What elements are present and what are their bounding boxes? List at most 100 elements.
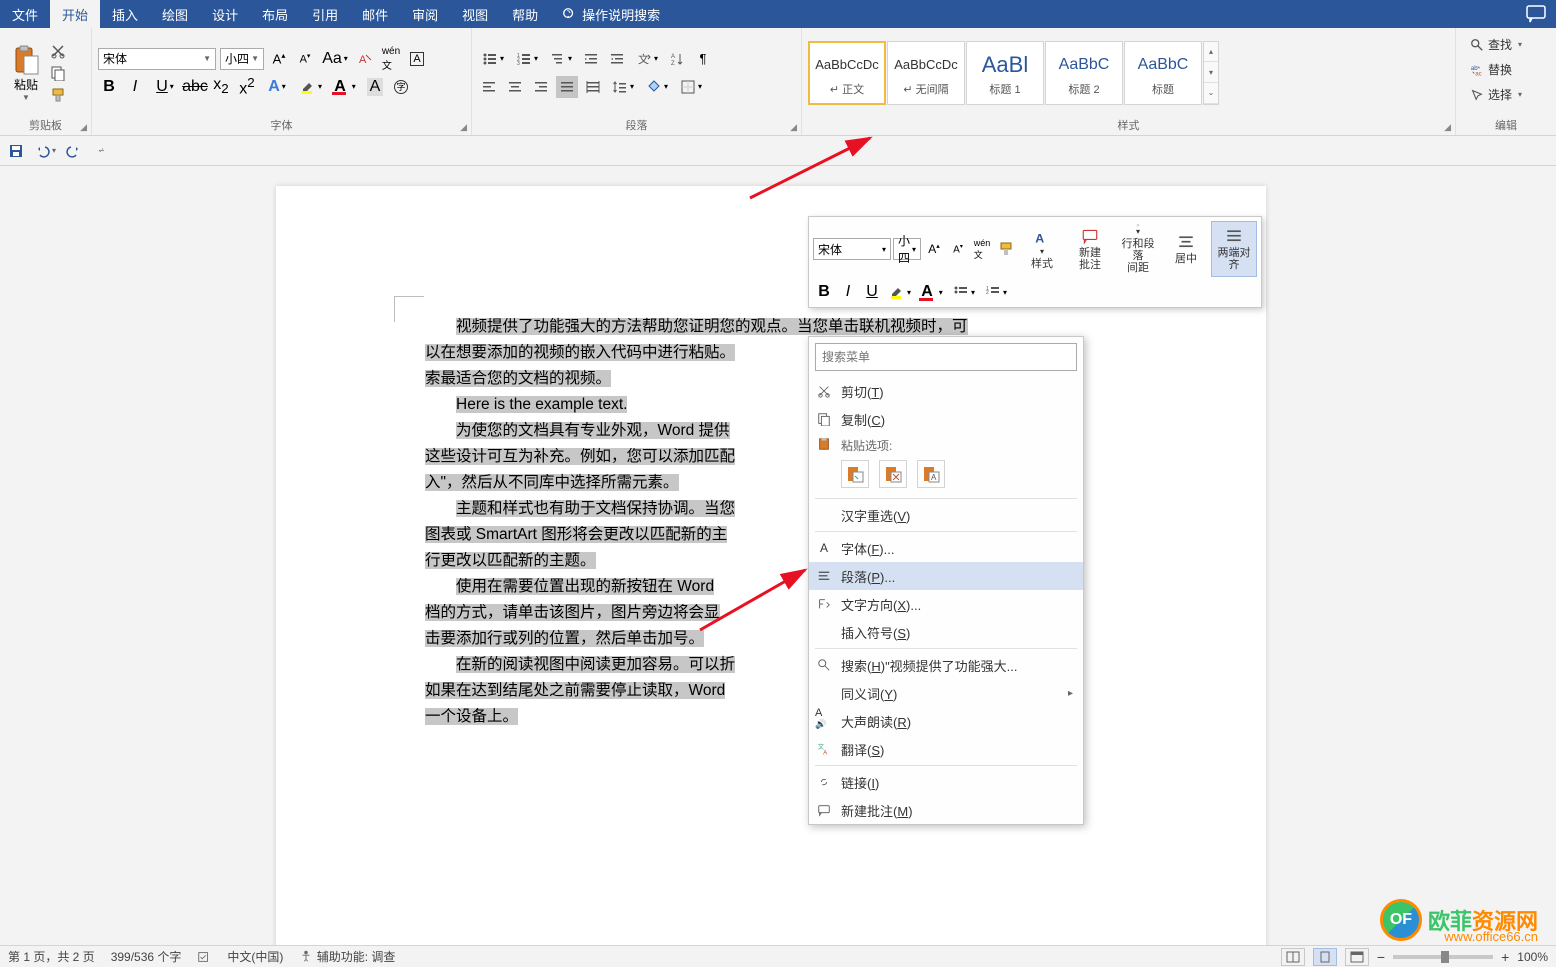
- view-read-mode[interactable]: [1281, 948, 1305, 966]
- sort-icon[interactable]: AZ: [666, 48, 688, 70]
- save-icon[interactable]: [8, 143, 24, 159]
- highlight-icon[interactable]: ▾: [296, 76, 326, 98]
- mini-center[interactable]: 居中: [1163, 221, 1209, 277]
- cm-reconvert[interactable]: 汉字重选(V): [809, 501, 1083, 529]
- mini-font-name[interactable]: 宋体▾: [813, 238, 891, 260]
- cm-search[interactable]: 搜索(H)"视频提供了功能强大...: [809, 651, 1083, 679]
- mini-line-spacing[interactable]: ▾行和段落 间距: [1115, 221, 1161, 277]
- justify-icon[interactable]: [556, 76, 578, 98]
- tab-help[interactable]: 帮助: [500, 0, 550, 28]
- cm-insert-symbol[interactable]: 插入符号(S): [809, 618, 1083, 646]
- font-launcher[interactable]: ◢: [460, 122, 467, 133]
- mini-new-comment[interactable]: 新建 批注: [1067, 221, 1113, 277]
- mini-justify[interactable]: 两端对齐: [1211, 221, 1257, 277]
- mini-phonetic-icon[interactable]: wén文: [971, 238, 993, 260]
- change-case-icon[interactable]: Aa▾: [320, 48, 350, 70]
- numbering-icon[interactable]: 123▾: [512, 48, 542, 70]
- zoom-in[interactable]: +: [1501, 949, 1509, 965]
- font-color-icon[interactable]: A▾: [330, 76, 360, 98]
- style-heading2[interactable]: AaBbC标题 2: [1045, 41, 1123, 105]
- text-effects-icon[interactable]: A▾: [262, 76, 292, 98]
- context-search-input[interactable]: [815, 343, 1077, 371]
- comments-icon[interactable]: [1526, 5, 1546, 23]
- decrease-indent-icon[interactable]: [580, 48, 602, 70]
- copy-icon[interactable]: [50, 65, 66, 81]
- paste-icon[interactable]: [10, 44, 42, 76]
- style-no-spacing[interactable]: AaBbCcDc↵ 无间隔: [887, 41, 965, 105]
- find-button[interactable]: 查找▾: [1466, 34, 1546, 55]
- increase-indent-icon[interactable]: [606, 48, 628, 70]
- mini-highlight[interactable]: ▾: [885, 281, 915, 303]
- mini-bold[interactable]: B: [813, 281, 835, 303]
- show-marks-icon[interactable]: ¶: [692, 48, 714, 70]
- styles-scroll[interactable]: ▴▾⌄: [1203, 41, 1219, 105]
- style-title[interactable]: AaBbC标题: [1124, 41, 1202, 105]
- cm-new-comment[interactable]: 新建批注(M): [809, 796, 1083, 824]
- tab-insert[interactable]: 插入: [100, 0, 150, 28]
- strikethrough-icon[interactable]: abc: [184, 76, 206, 98]
- cm-translate[interactable]: 文A翻译(S): [809, 735, 1083, 763]
- align-right-icon[interactable]: [530, 76, 552, 98]
- style-normal[interactable]: AaBbCcDc↵ 正文: [808, 41, 886, 105]
- paste-text-only[interactable]: A: [917, 460, 945, 488]
- status-page[interactable]: 第 1 页，共 2 页: [8, 948, 95, 965]
- tab-mailings[interactable]: 邮件: [350, 0, 400, 28]
- cm-font[interactable]: A字体(F)...: [809, 534, 1083, 562]
- font-name-combo[interactable]: 宋体▼: [98, 48, 216, 70]
- cm-copy[interactable]: 复制(C): [809, 405, 1083, 433]
- tab-draw[interactable]: 绘图: [150, 0, 200, 28]
- tab-review[interactable]: 审阅: [400, 0, 450, 28]
- view-web-layout[interactable]: [1345, 948, 1369, 966]
- mini-format-painter[interactable]: [995, 238, 1017, 260]
- enclose-char-icon[interactable]: 字: [390, 76, 412, 98]
- paste-merge[interactable]: [879, 460, 907, 488]
- status-language[interactable]: 中文(中国): [227, 948, 283, 965]
- tab-file[interactable]: 文件: [0, 0, 50, 28]
- qat-customize[interactable]: ⩫: [98, 146, 105, 155]
- cm-cut[interactable]: 剪切(T): [809, 377, 1083, 405]
- tab-design[interactable]: 设计: [200, 0, 250, 28]
- view-print-layout[interactable]: [1313, 948, 1337, 966]
- line-spacing-icon[interactable]: ▾: [608, 76, 638, 98]
- cm-text-direction[interactable]: 文字方向(X)...: [809, 590, 1083, 618]
- shading-icon[interactable]: ▾: [642, 76, 672, 98]
- select-button[interactable]: 选择▾: [1466, 84, 1546, 105]
- undo-button[interactable]: ▾: [34, 143, 56, 159]
- mini-bullets[interactable]: ▾: [949, 281, 979, 303]
- tab-view[interactable]: 视图: [450, 0, 500, 28]
- grow-font-icon[interactable]: A▴: [268, 48, 290, 70]
- mini-font-size[interactable]: 小四▾: [893, 238, 921, 260]
- borders-icon[interactable]: ▾: [676, 76, 706, 98]
- zoom-out[interactable]: −: [1377, 949, 1385, 965]
- char-border-icon[interactable]: A: [406, 48, 428, 70]
- italic-button[interactable]: I: [124, 76, 146, 98]
- tab-references[interactable]: 引用: [300, 0, 350, 28]
- underline-button[interactable]: U▾: [150, 76, 180, 98]
- mini-font-color[interactable]: A▾: [917, 281, 947, 303]
- zoom-slider[interactable]: [1393, 955, 1493, 959]
- redo-icon[interactable]: [66, 143, 82, 159]
- cm-link[interactable]: 链接(I): [809, 768, 1083, 796]
- zoom-level[interactable]: 100%: [1517, 950, 1548, 964]
- char-shading-icon[interactable]: A: [364, 76, 386, 98]
- mini-italic[interactable]: I: [837, 281, 859, 303]
- tab-layout[interactable]: 布局: [250, 0, 300, 28]
- spellcheck-icon[interactable]: [197, 950, 211, 964]
- styles-launcher[interactable]: ◢: [1444, 122, 1451, 133]
- align-left-icon[interactable]: [478, 76, 500, 98]
- cm-paragraph[interactable]: 段落(P)...: [809, 562, 1083, 590]
- bold-button[interactable]: B: [98, 76, 120, 98]
- cut-icon[interactable]: [50, 43, 66, 59]
- paste-label[interactable]: 粘贴: [14, 76, 38, 93]
- clear-format-icon[interactable]: A: [354, 48, 376, 70]
- paragraph-launcher[interactable]: ◢: [790, 122, 797, 133]
- replace-button[interactable]: abac替换: [1466, 59, 1546, 80]
- mini-underline[interactable]: U: [861, 281, 883, 303]
- style-heading1[interactable]: AaBl标题 1: [966, 41, 1044, 105]
- subscript-icon[interactable]: x2: [210, 76, 232, 98]
- format-painter-icon[interactable]: [50, 87, 66, 103]
- shrink-font-icon[interactable]: A▾: [294, 48, 316, 70]
- tab-home[interactable]: 开始: [50, 0, 100, 28]
- phonetic-guide-icon[interactable]: wén文: [380, 48, 402, 70]
- status-a11y[interactable]: 辅助功能: 调查: [299, 948, 395, 965]
